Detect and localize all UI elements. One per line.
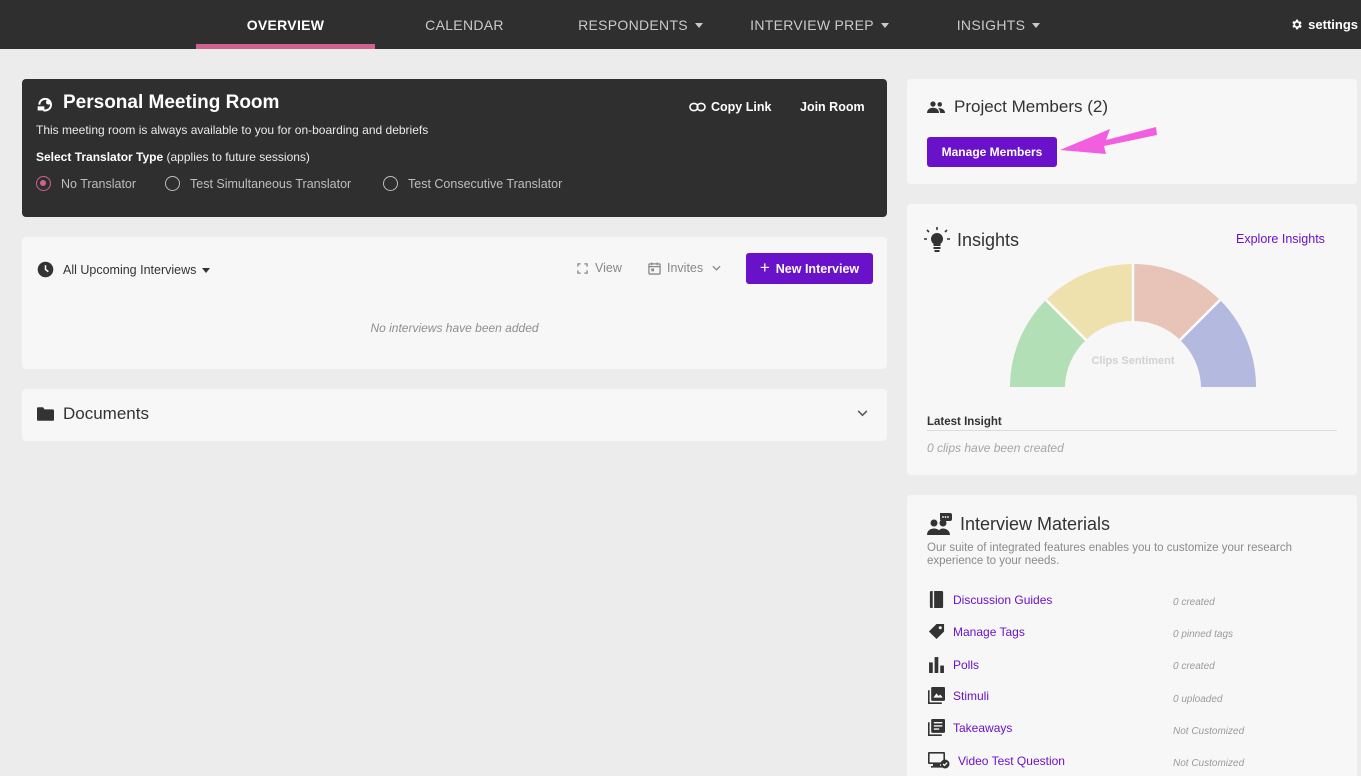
tab-respondents[interactable]: RESPONDENTS: [551, 0, 730, 49]
chevron-down-icon: [1032, 23, 1041, 28]
gauge-label: Clips Sentiment: [1091, 355, 1174, 367]
settings-menu[interactable]: settings: [1290, 0, 1358, 49]
interview-filter-label: All Upcoming Interviews: [63, 262, 197, 277]
pointer-arrow-icon: [1060, 127, 1157, 154]
tab-overview-label: OVERVIEW: [246, 16, 325, 33]
chevron-down-icon: [880, 23, 889, 28]
chevron-down-icon: [694, 23, 703, 28]
tab-calendar[interactable]: CALENDAR: [375, 0, 554, 49]
material-status: 0 created: [1173, 597, 1215, 608]
gear-icon: [1292, 19, 1302, 30]
monitor-check-icon: [928, 752, 950, 769]
material-status: 0 uploaded: [1173, 694, 1223, 705]
interview-filter-dropdown[interactable]: All Upcoming Interviews: [37, 261, 211, 278]
radio-unchecked-icon: [383, 176, 398, 191]
interview-materials-title: Interview Materials: [960, 513, 1111, 534]
tab-overview[interactable]: OVERVIEW: [196, 0, 375, 49]
no-interviews-message: No interviews have been added: [370, 321, 539, 335]
material-status: Not Customized: [1173, 726, 1245, 737]
material-label: Takeaways: [953, 720, 1013, 735]
material-polls[interactable]: Polls: [928, 656, 979, 673]
material-stimuli[interactable]: Stimuli: [928, 687, 989, 704]
radio-label: Test Consecutive Translator: [408, 176, 563, 191]
people-icon: [927, 101, 945, 113]
chevron-down-icon[interactable]: [857, 410, 868, 417]
copy-link-button[interactable]: Copy Link: [689, 100, 771, 114]
tab-calendar-label: CALENDAR: [425, 16, 504, 33]
tab-respondents-label: RESPONDENTS: [578, 16, 688, 33]
calendar-icon: [648, 261, 661, 275]
top-navigation: OVERVIEW CALENDAR RESPONDENTS INTERVIEW …: [0, 0, 1361, 49]
material-label: Manage Tags: [953, 624, 1025, 639]
manage-members-button[interactable]: Manage Members: [927, 137, 1057, 167]
link-icon: [689, 102, 706, 112]
new-interview-button[interactable]: + New Interview: [746, 253, 873, 284]
material-manage-tags[interactable]: Manage Tags: [928, 623, 1025, 640]
meeting-room-title: Personal Meeting Room: [36, 92, 279, 114]
material-label: Stimuli: [953, 688, 990, 703]
explore-insights-link[interactable]: Explore Insights: [1236, 232, 1325, 246]
insights-header: Insights: [923, 226, 1019, 254]
material-status: 0 pinned tags: [1173, 629, 1234, 640]
translator-type-heading: Select Translator Type: [36, 150, 164, 164]
radio-simultaneous-translator[interactable]: Test Simultaneous Translator: [165, 176, 351, 191]
interview-materials-description: Our suite of integrated features enables…: [927, 542, 1293, 567]
documents-title: Documents: [63, 404, 149, 423]
chevron-down-icon: [712, 265, 721, 271]
book-icon: [929, 591, 944, 608]
documents-card[interactable]: [22, 389, 887, 441]
list-icon: [928, 719, 945, 736]
lightbulb-icon: [924, 227, 950, 252]
latest-insight-label: Latest Insight: [927, 416, 1002, 428]
active-tab-indicator: [196, 44, 375, 49]
meeting-room-icon: [37, 97, 52, 112]
chevron-down-icon: [202, 268, 211, 273]
meeting-room-title-text: Personal Meeting Room: [63, 92, 280, 113]
radio-checked-icon: [36, 176, 51, 191]
latest-insight-empty: 0 clips have been created: [927, 441, 1064, 455]
radio-no-translator[interactable]: No Translator: [36, 176, 136, 191]
translator-type-note: (applies to future sessions): [166, 150, 310, 164]
plus-icon: +: [759, 257, 770, 277]
settings-label: settings: [1308, 17, 1358, 32]
image-icon: [928, 687, 945, 704]
material-discussion-guides[interactable]: Discussion Guides: [928, 591, 1052, 608]
expand-icon: [577, 262, 588, 274]
radio-consecutive-translator[interactable]: Test Consecutive Translator: [383, 176, 562, 191]
radio-label: No Translator: [61, 176, 137, 191]
view-label: View: [595, 261, 622, 275]
interview-materials-header: Interview Materials: [927, 513, 1110, 535]
tab-insights-label: INSIGHTS: [956, 16, 1026, 33]
join-room-button[interactable]: Join Room: [800, 100, 865, 114]
invites-dropdown[interactable]: Invites: [648, 261, 721, 275]
new-interview-label: New Interview: [775, 261, 860, 276]
meeting-room-description: This meeting room is always available to…: [36, 123, 429, 137]
radio-label: Test Simultaneous Translator: [190, 176, 352, 191]
radio-unchecked-icon: [165, 176, 180, 191]
material-status: Not Customized: [1173, 758, 1245, 769]
view-button[interactable]: View: [577, 261, 622, 275]
material-status: 0 created: [1173, 661, 1215, 672]
material-label: Video Test Question: [958, 753, 1065, 768]
documents-header: Documents: [37, 404, 149, 424]
clock-icon: [37, 261, 54, 278]
clips-sentiment-gauge: Clips Sentiment: [1010, 264, 1256, 387]
translator-type-label: Select Translator Type (applies to futur…: [36, 150, 310, 164]
tab-interview-prep-label: INTERVIEW PREP: [750, 16, 874, 33]
material-video-test-question[interactable]: Video Test Question: [928, 752, 1065, 769]
bar-chart-icon: [929, 657, 944, 673]
material-label: Discussion Guides: [953, 592, 1053, 607]
copy-link-label: Copy Link: [711, 100, 772, 114]
folder-icon: [37, 407, 54, 421]
insights-title: Insights: [957, 229, 1020, 250]
divider: [927, 430, 1337, 431]
tag-icon: [928, 623, 945, 640]
invites-label: Invites: [667, 261, 704, 275]
tab-insights[interactable]: INSIGHTS: [909, 0, 1088, 49]
tab-interview-prep[interactable]: INTERVIEW PREP: [730, 0, 909, 49]
interview-people-icon: [927, 513, 952, 535]
material-takeaways[interactable]: Takeaways: [928, 719, 1012, 736]
material-label: Polls: [953, 657, 980, 672]
